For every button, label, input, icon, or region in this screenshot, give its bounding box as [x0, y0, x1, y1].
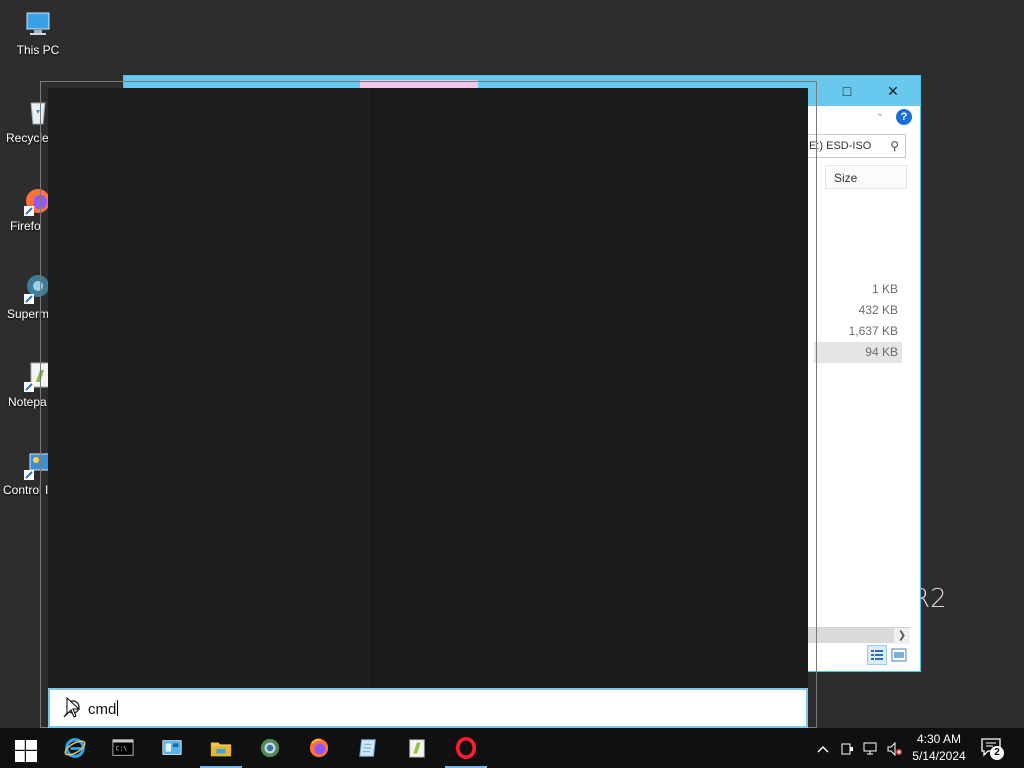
file-size-cell-selected[interactable]: 94 KB — [814, 342, 902, 363]
opera-icon — [455, 737, 477, 759]
search-query-text: cmd — [88, 701, 117, 718]
details-view-icon — [871, 650, 883, 660]
scroll-right-icon[interactable]: ❯ — [894, 628, 910, 644]
taskbar-notepad-plus[interactable] — [393, 728, 441, 768]
server-manager-icon — [162, 740, 182, 755]
close-icon: ✕ — [887, 83, 899, 99]
supermium-icon — [260, 738, 280, 758]
explorer-search-box[interactable]: E:) ESD-ISO ⚲ — [806, 134, 906, 158]
column-header-size[interactable]: Size — [825, 165, 907, 189]
close-button[interactable]: ✕ — [870, 76, 916, 106]
details-view-button[interactable] — [867, 645, 887, 665]
start-search-left-column — [48, 88, 370, 688]
tray-device-icon[interactable] — [838, 728, 856, 768]
svg-text:C:\: C:\ — [116, 745, 128, 753]
tray-clock[interactable]: 4:30 AM 5/14/2024 — [904, 731, 974, 765]
command-prompt-icon: C:\ — [112, 739, 134, 756]
ribbon-expand-chevron-icon[interactable]: ⌄ — [876, 108, 884, 119]
search-box-text: E:) ESD-ISO — [809, 140, 872, 152]
this-pc-icon — [22, 8, 54, 40]
firefox-icon — [309, 738, 329, 758]
large-icons-view-button[interactable] — [889, 645, 909, 665]
large-icons-view-icon — [891, 648, 907, 662]
taskbar-file-explorer[interactable] — [197, 728, 245, 768]
action-center-button[interactable]: 2 — [980, 737, 1006, 761]
notification-count-badge: 2 — [990, 746, 1004, 760]
taskbar-server-manager[interactable] — [148, 728, 196, 768]
horizontal-scrollbar[interactable]: ❯ — [808, 627, 910, 644]
notepad-plus-icon — [409, 739, 425, 758]
tray-network-icon[interactable] — [861, 728, 881, 768]
internet-explorer-icon — [64, 738, 86, 758]
chevron-up-icon — [817, 745, 829, 753]
volume-muted-icon — [887, 741, 902, 756]
taskbar: C:\ 4:30 AM 5/14/2024 2 — [0, 728, 1024, 768]
taskbar-notepad[interactable] — [344, 728, 392, 768]
start-button[interactable] — [0, 728, 48, 768]
taskbar-opera[interactable] — [442, 728, 490, 768]
maximize-button[interactable]: □ — [824, 76, 870, 106]
windows-logo-icon — [15, 740, 37, 762]
text-caret — [117, 700, 119, 716]
removable-device-icon — [841, 743, 853, 755]
network-icon — [863, 742, 877, 755]
file-size-cell[interactable]: 1,637 KB — [814, 321, 902, 342]
search-query-wrapper: cmd — [88, 700, 119, 718]
clock-time: 4:30 AM — [916, 732, 962, 746]
start-search-input[interactable]: cmd — [48, 688, 808, 728]
taskbar-internet-explorer[interactable] — [51, 728, 99, 768]
help-button[interactable]: ? — [896, 109, 912, 125]
desktop-icon-this-pc[interactable]: This PC — [0, 8, 76, 57]
desktop-icon-label: This PC — [16, 43, 60, 57]
start-search-results-panel — [48, 88, 808, 688]
clock-date: 5/14/2024 — [912, 749, 966, 763]
mouse-pointer-icon — [66, 696, 82, 722]
notepad-icon — [359, 739, 376, 757]
file-size-cell[interactable]: 1 KB — [814, 279, 902, 300]
search-icon[interactable]: ⚲ — [890, 139, 899, 153]
file-explorer-icon — [210, 742, 232, 757]
taskbar-supermium[interactable] — [246, 728, 294, 768]
show-hidden-icons-button[interactable] — [814, 728, 832, 768]
file-size-cell[interactable]: 432 KB — [814, 300, 902, 321]
tray-volume-icon[interactable] — [885, 728, 905, 768]
maximize-icon: □ — [842, 83, 852, 99]
taskbar-command-prompt[interactable]: C:\ — [99, 728, 147, 768]
taskbar-firefox[interactable] — [295, 728, 343, 768]
